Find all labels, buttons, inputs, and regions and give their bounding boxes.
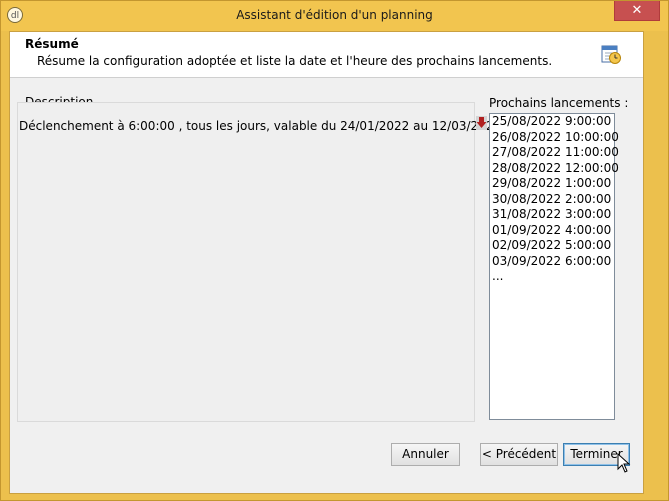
mouse-pointer-icon: [617, 453, 631, 473]
list-item[interactable]: 29/08/2022 1:00:00: [490, 176, 614, 192]
splitter-arrow-icon[interactable]: [476, 116, 487, 130]
list-item[interactable]: 25/08/2022 9:00:00: [490, 114, 614, 130]
wizard-body: Résumé Résume la configuration adoptée e…: [9, 31, 644, 494]
list-item[interactable]: 01/09/2022 4:00:00: [490, 223, 614, 239]
title-bar[interactable]: dl Assistant d'édition d'un planning ✕: [1, 1, 668, 31]
calendar-clock-icon: [601, 45, 621, 64]
page-subtitle: Résume la configuration adoptée et liste…: [37, 54, 553, 68]
wizard-window: dl Assistant d'édition d'un planning ✕ R…: [0, 0, 669, 501]
list-item[interactable]: 26/08/2022 10:00:00: [490, 130, 619, 146]
description-text: Déclenchement à 6:00:00 , tous les jours…: [19, 119, 505, 133]
list-item[interactable]: 02/09/2022 5:00:00: [490, 238, 614, 254]
close-button[interactable]: ✕: [614, 1, 660, 21]
launches-label: Prochains lancements :: [489, 96, 629, 110]
list-item[interactable]: 27/08/2022 11:00:00: [490, 145, 619, 161]
list-item[interactable]: 03/09/2022 6:00:00: [490, 254, 614, 270]
page-title: Résumé: [25, 37, 79, 51]
list-item[interactable]: 31/08/2022 3:00:00: [490, 207, 614, 223]
wizard-header: Résumé Résume la configuration adoptée e…: [10, 32, 643, 78]
previous-button[interactable]: < Précédent: [480, 443, 558, 466]
list-item[interactable]: ...: [490, 269, 614, 285]
list-item[interactable]: 30/08/2022 2:00:00: [490, 192, 614, 208]
down-arrow-icon: [476, 117, 487, 128]
cancel-button[interactable]: Annuler: [391, 443, 460, 466]
list-item[interactable]: 28/08/2022 12:00:00: [490, 161, 619, 177]
description-panel: [17, 102, 475, 422]
window-title: Assistant d'édition d'un planning: [236, 8, 433, 22]
launches-list[interactable]: 25/08/2022 9:00:00 26/08/2022 10:00:00 2…: [489, 113, 619, 420]
